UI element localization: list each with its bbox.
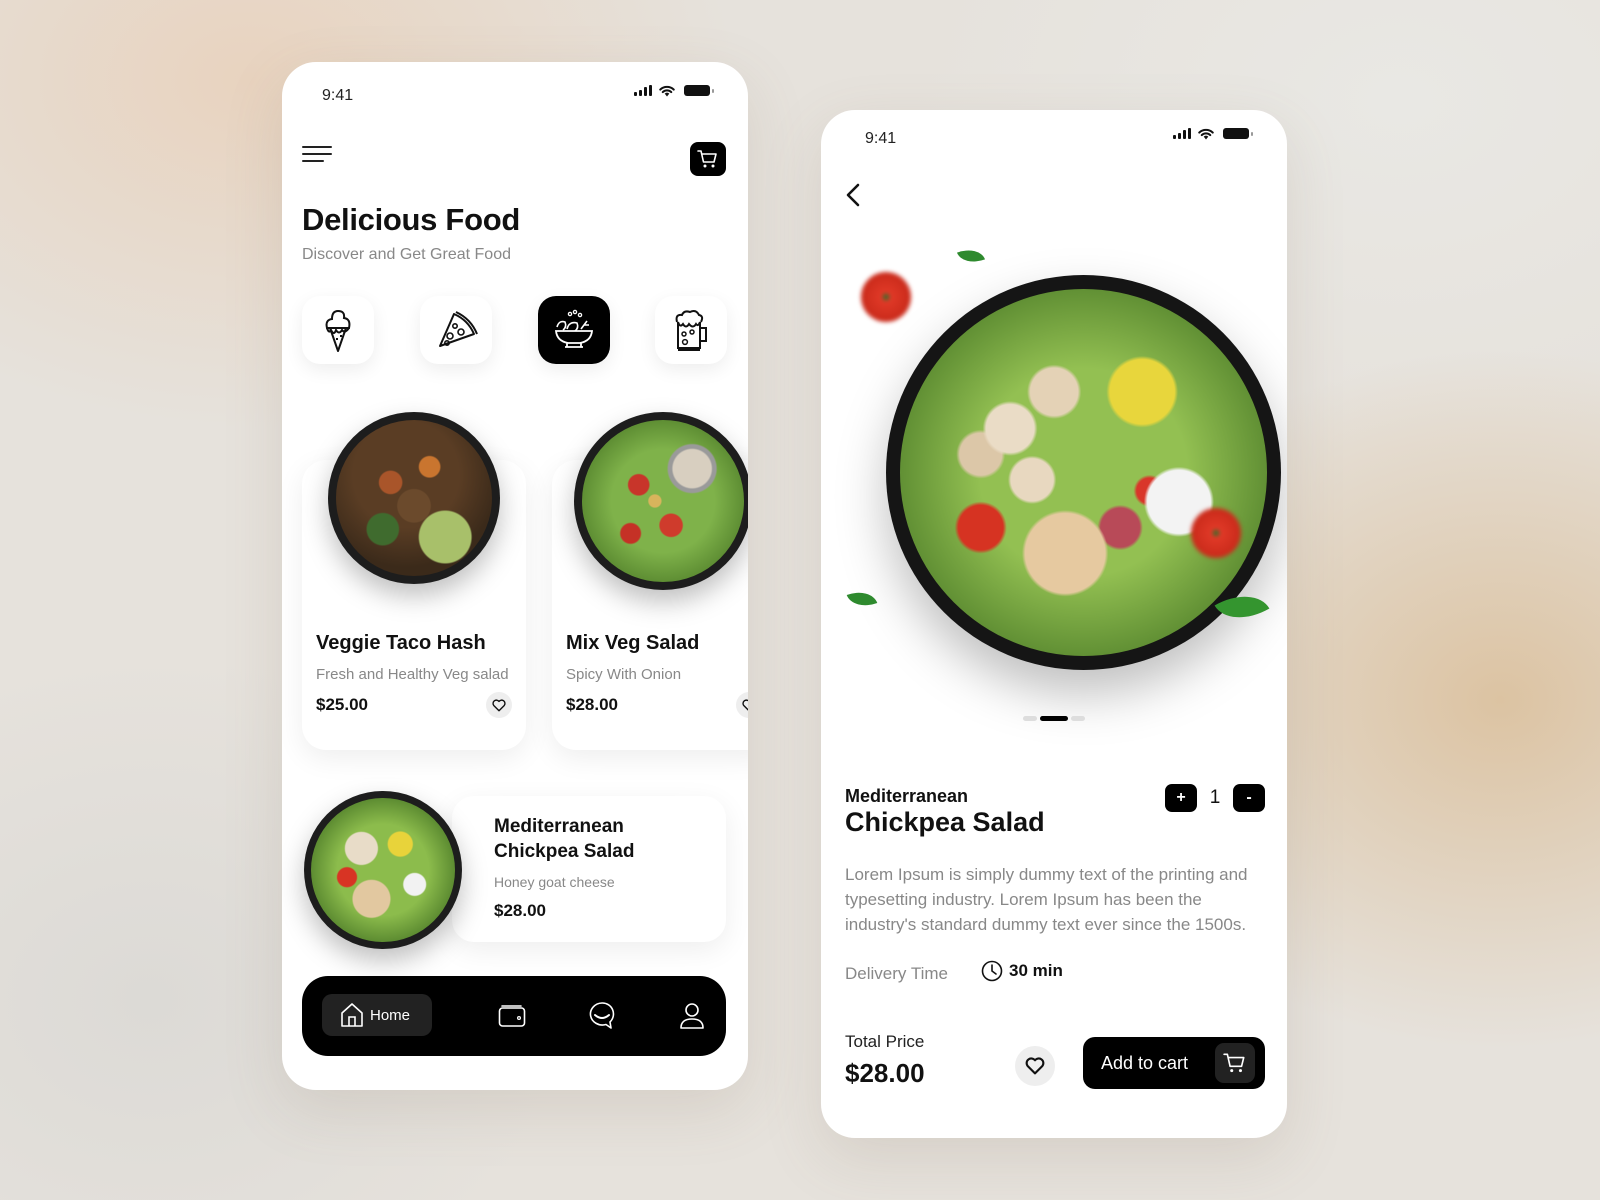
cart-icon-box: [1215, 1043, 1255, 1083]
chevron-left-icon: [846, 183, 860, 207]
battery-icon: [684, 85, 714, 96]
status-icons: [634, 84, 714, 97]
signal-icon: [634, 85, 652, 96]
nav-home-label: Home: [370, 1006, 411, 1024]
quantity-value: 1: [1209, 787, 1221, 808]
user-icon: [680, 1003, 704, 1029]
food-price: $25.00: [316, 695, 368, 714]
wifi-icon: [1198, 128, 1214, 140]
decrement-button[interactable]: -: [1233, 784, 1265, 812]
food-description: Fresh and Healthy Veg salad: [316, 666, 509, 683]
category-salad[interactable]: [538, 296, 610, 364]
delivery-time: 30 min: [981, 960, 1063, 982]
home-screen: 9:41 Delicious Food Discover and Get Gre…: [282, 62, 748, 1090]
favorite-button[interactable]: [486, 692, 512, 718]
chickpea-salad-thumbnail: [304, 791, 462, 949]
total-price-value: $28.00: [845, 1058, 925, 1088]
pizza-slice-icon: [439, 311, 478, 347]
tomato-decoration: [861, 272, 911, 322]
nav-home[interactable]: Home: [322, 994, 432, 1036]
nav-profile[interactable]: [676, 1000, 708, 1032]
product-title: Chickpea Salad: [845, 807, 1045, 837]
veggie-taco-hash-image: [328, 412, 500, 584]
bottom-navigation: Home: [302, 976, 726, 1056]
add-to-cart-button[interactable]: Add to cart: [1083, 1037, 1265, 1089]
signal-icon: [1173, 128, 1191, 139]
status-time: 9:41: [322, 87, 354, 104]
food-name-line1: Mediterranean: [494, 816, 624, 837]
food-price: $28.00: [494, 901, 546, 920]
ice-cream-icon: [325, 309, 351, 352]
cart-button[interactable]: [690, 142, 726, 176]
favorite-button[interactable]: [1015, 1046, 1055, 1086]
heart-icon: [742, 698, 748, 711]
carousel-indicator: [1023, 716, 1085, 721]
chat-icon: [589, 1002, 615, 1029]
clock-icon: [981, 960, 1003, 982]
add-to-cart-label: Add to cart: [1101, 1052, 1189, 1073]
status-bar: 9:41: [821, 110, 1287, 170]
page-title: Delicious Food: [302, 202, 520, 237]
status-time: 9:41: [865, 130, 897, 147]
shopping-cart-icon: [697, 150, 717, 168]
increment-button[interactable]: +: [1165, 784, 1197, 812]
favorite-button[interactable]: [736, 692, 748, 718]
nav-chat[interactable]: [586, 1000, 618, 1032]
status-bar: 9:41: [282, 62, 748, 122]
carousel-dot[interactable]: [1023, 716, 1037, 721]
category-pizza[interactable]: [420, 296, 492, 364]
carousel-dot-active[interactable]: [1040, 716, 1068, 721]
food-name: Mix Veg Salad: [566, 632, 700, 654]
category-ice-cream[interactable]: [302, 296, 374, 364]
status-icons: [1173, 127, 1253, 140]
carousel-dot[interactable]: [1071, 716, 1085, 721]
food-price: $28.00: [566, 695, 618, 714]
home-icon: [341, 1003, 363, 1027]
delivery-time-value: 30 min: [1009, 961, 1063, 980]
food-name: Veggie Taco Hash: [316, 632, 486, 654]
mix-veg-salad-image: [574, 412, 748, 590]
heart-icon: [492, 698, 506, 711]
list-item[interactable]: Mediterranean Chickpea Salad Honey goat …: [452, 796, 726, 942]
hamburger-menu-icon: [302, 146, 332, 148]
detail-screen: 9:41 Mediterranean Chickpea Salad + 1 - …: [821, 110, 1287, 1138]
food-description: Honey goat cheese: [494, 874, 615, 890]
beer-mug-icon: [675, 310, 707, 351]
leaf-decoration: [846, 586, 878, 612]
salad-bowl-icon: [555, 309, 593, 348]
leaf-decoration: [956, 244, 986, 268]
wifi-icon: [659, 85, 675, 97]
page-subtitle: Discover and Get Great Food: [302, 246, 511, 263]
product-subtitle: Mediterranean: [845, 786, 969, 806]
quantity-stepper: + 1 -: [1165, 784, 1265, 812]
menu-button[interactable]: [302, 144, 332, 164]
product-description: Lorem Ipsum is simply dummy text of the …: [845, 865, 1248, 934]
category-beer[interactable]: [655, 296, 727, 364]
category-list: [302, 296, 727, 364]
heart-icon: [1025, 1057, 1045, 1075]
wallet-icon: [498, 1005, 526, 1027]
battery-icon: [1223, 128, 1253, 139]
back-button[interactable]: [841, 180, 865, 210]
food-description: Spicy With Onion: [566, 666, 682, 683]
tomato-decoration: [1191, 508, 1241, 558]
nav-wallet[interactable]: [496, 1000, 528, 1032]
total-price-label: Total Price: [845, 1032, 925, 1051]
shopping-cart-icon: [1223, 1053, 1245, 1073]
product-hero-image: [841, 240, 1281, 670]
delivery-time-label: Delivery Time: [845, 964, 948, 983]
food-name-line2: Chickpea Salad: [494, 841, 635, 862]
